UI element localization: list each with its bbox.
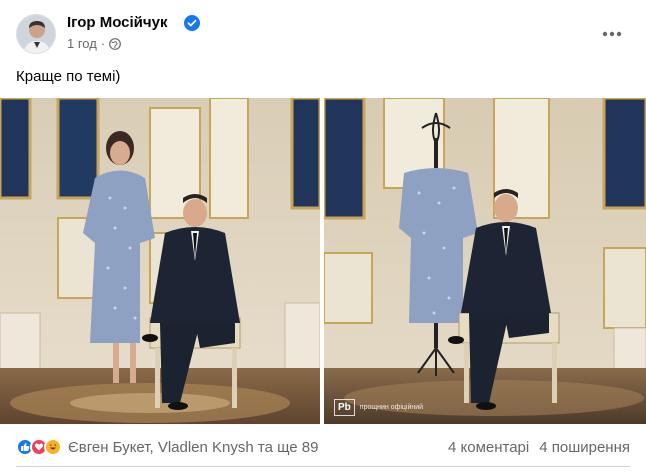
- photo-grid: Pb прощнин офіційний: [0, 98, 646, 424]
- more-options-button[interactable]: [594, 16, 630, 52]
- reaction-icons: [16, 438, 62, 456]
- globe-icon: [109, 37, 122, 50]
- meta-separator: ·: [100, 36, 106, 51]
- post-header: Ігор Мосійчук 1 год ·: [16, 12, 630, 56]
- watermark-logo: Pb: [334, 399, 355, 416]
- post-timestamp[interactable]: 1 год: [67, 36, 97, 51]
- reaction-names: Євген Букет, Vladlen Knysh та ще 89: [68, 438, 319, 456]
- photo-right[interactable]: Pb прощнин офіційний: [324, 98, 646, 424]
- post-footer: Євген Букет, Vladlen Knysh та ще 89 4 ко…: [16, 432, 630, 462]
- footer-divider: [16, 466, 630, 467]
- haha-icon: [44, 438, 62, 456]
- author-name[interactable]: Ігор Мосійчук: [67, 14, 167, 31]
- engagement-counts: 4 коментарі 4 поширення: [438, 439, 630, 456]
- more-options-icon: [602, 31, 622, 37]
- verified-badge-icon: [184, 15, 200, 31]
- post-text: Краще по темі): [16, 68, 121, 85]
- reactions-summary[interactable]: Євген Букет, Vladlen Knysh та ще 89: [16, 438, 318, 456]
- author-avatar[interactable]: [16, 14, 56, 54]
- photo-left[interactable]: [0, 98, 320, 424]
- photo-watermark: Pb прощнин офіційний: [334, 399, 423, 416]
- comments-count[interactable]: 4 коментарі: [448, 439, 529, 456]
- watermark-text: прощнин офіційний: [359, 404, 424, 411]
- shares-count[interactable]: 4 поширення: [539, 439, 630, 456]
- post-meta: 1 год ·: [67, 36, 122, 51]
- facebook-post: Ігор Мосійчук 1 год · Краще по темі) Pb …: [0, 0, 646, 476]
